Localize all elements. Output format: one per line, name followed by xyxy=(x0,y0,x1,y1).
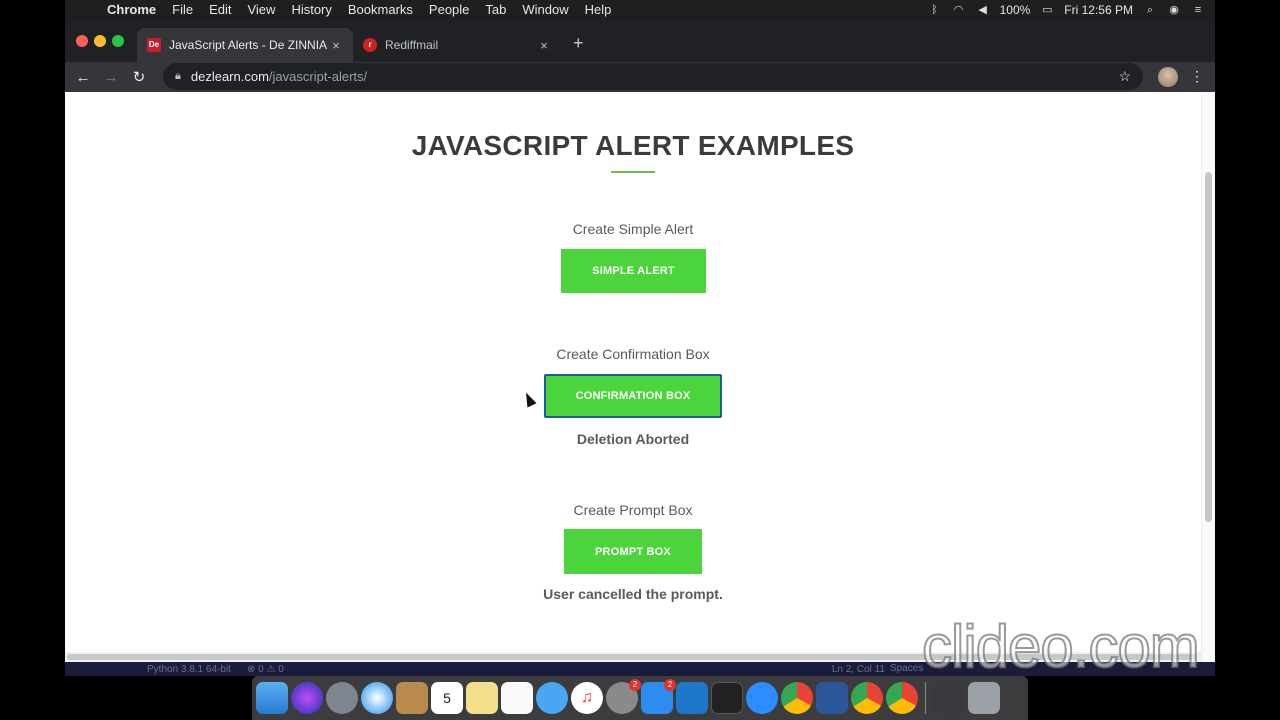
finder-icon[interactable] xyxy=(256,682,288,714)
menubar-status-area: ᛒ ◠ ◀ 100% ▭ Fri 12:56 PM ⌕ ◉ ≡ xyxy=(928,3,1215,17)
zoom-window-icon[interactable] xyxy=(112,35,124,47)
stickies-icon[interactable] xyxy=(466,682,498,714)
menubar-clock[interactable]: Fri 12:56 PM xyxy=(1064,3,1133,17)
menu-edit[interactable]: Edit xyxy=(201,0,239,20)
web-page: JAVASCRIPT ALERT EXAMPLES Create Simple … xyxy=(65,92,1215,662)
close-tab-icon[interactable]: × xyxy=(329,38,343,53)
notes-icon[interactable] xyxy=(396,682,428,714)
python-interpreter[interactable]: Python 3.8.1 64-bit xyxy=(147,664,231,675)
url-host: dezlearn.com xyxy=(190,69,269,84)
problems-count[interactable]: ⊗ 0 ⚠ 0 xyxy=(247,664,284,675)
menu-tab[interactable]: Tab xyxy=(477,0,514,20)
messages-icon[interactable] xyxy=(536,682,568,714)
menu-people[interactable]: People xyxy=(421,0,477,20)
reload-icon[interactable]: ↻ xyxy=(125,68,153,86)
reminders-icon[interactable] xyxy=(501,682,533,714)
close-window-icon[interactable] xyxy=(76,35,88,47)
tab-title: JavaScript Alerts - De ZINNIA xyxy=(169,38,328,52)
launchpad-icon[interactable] xyxy=(326,682,358,714)
notification-badge: 2 xyxy=(629,679,641,691)
music-icon[interactable]: ♫ xyxy=(571,682,603,714)
chrome-icon-2[interactable] xyxy=(851,682,883,714)
minimize-window-icon[interactable] xyxy=(94,35,106,47)
indent-setting[interactable]: Spaces xyxy=(890,662,923,676)
prompt-box-button[interactable]: PROMPT BOX xyxy=(564,529,702,574)
vertical-scroll-thumb[interactable] xyxy=(1205,172,1212,522)
tab-javascript-alerts[interactable]: De JavaScript Alerts - De ZINNIA × xyxy=(137,28,353,62)
confirmation-box-button[interactable]: CONFIRMATION BOX xyxy=(544,374,722,418)
notification-badge: 2 xyxy=(664,679,676,691)
calendar-icon[interactable]: 5 xyxy=(431,682,463,714)
clideo-watermark: clideo.com xyxy=(921,612,1201,681)
zoom-icon[interactable] xyxy=(746,682,778,714)
more-menu-icon[interactable]: ⋮ xyxy=(1190,68,1204,85)
safari-icon[interactable] xyxy=(361,682,393,714)
title-underline xyxy=(611,171,655,173)
prompt-result-text: User cancelled the prompt. xyxy=(543,586,723,602)
dezlearn-favicon-icon: De xyxy=(147,38,161,52)
vertical-scrollbar[interactable] xyxy=(1201,92,1215,662)
menu-bookmarks[interactable]: Bookmarks xyxy=(340,0,421,20)
new-tab-icon[interactable]: + xyxy=(573,34,584,52)
menu-window[interactable]: Window xyxy=(514,0,576,20)
terminal-icon[interactable] xyxy=(711,682,743,714)
battery-icon[interactable]: ▭ xyxy=(1040,4,1054,16)
menu-view[interactable]: View xyxy=(239,0,283,20)
menu-file[interactable]: File xyxy=(164,0,201,20)
macos-menubar: Chrome File Edit View History Bookmarks … xyxy=(65,0,1215,20)
simple-alert-label: Create Simple Alert xyxy=(572,221,694,237)
chrome-window: De JavaScript Alerts - De ZINNIA × r Red… xyxy=(65,20,1215,662)
window-controls xyxy=(76,35,124,47)
close-tab-icon[interactable]: × xyxy=(537,38,551,53)
siri-icon[interactable] xyxy=(291,682,323,714)
back-arrow-icon[interactable]: ← xyxy=(69,69,97,86)
macos-dock: 5 ♫ 2 2 xyxy=(252,676,1028,720)
trash-icon[interactable] xyxy=(968,682,1000,714)
page-title: JAVASCRIPT ALERT EXAMPLES xyxy=(411,130,855,161)
simple-alert-button[interactable]: SIMPLE ALERT xyxy=(561,249,706,293)
forward-arrow-icon[interactable]: → xyxy=(97,69,125,86)
profile-avatar[interactable] xyxy=(1158,67,1178,87)
chrome-icon-3[interactable] xyxy=(886,682,918,714)
spotlight-search-icon[interactable]: ⌕ xyxy=(1143,4,1157,16)
dock-separator xyxy=(925,682,926,714)
volume-icon[interactable]: ◀ xyxy=(976,4,990,16)
cursor-position[interactable]: Ln 2, Col 11 xyxy=(832,664,885,675)
wifi-icon[interactable]: ◠ xyxy=(952,4,966,16)
confirmation-result-text: Deletion Aborted xyxy=(576,431,690,447)
menu-app-name[interactable]: Chrome xyxy=(99,0,164,20)
bluetooth-icon[interactable]: ᛒ xyxy=(928,4,942,16)
menu-help[interactable]: Help xyxy=(577,0,620,20)
system-preferences-icon[interactable]: 2 xyxy=(606,679,641,714)
vscode-icon[interactable] xyxy=(676,682,708,714)
notification-center-icon[interactable]: ≡ xyxy=(1191,4,1205,16)
browser-toolbar: ← → ↻ 🔒︎ dezlearn.com/javascript-alerts/… xyxy=(65,62,1215,92)
tab-strip: De JavaScript Alerts - De ZINNIA × r Red… xyxy=(65,20,1215,62)
tab-rediffmail[interactable]: r Rediffmail × xyxy=(353,28,561,62)
tab-title: Rediffmail xyxy=(385,38,439,52)
word-icon[interactable] xyxy=(816,682,848,714)
prompt-box-label: Create Prompt Box xyxy=(573,502,693,518)
app-store-icon[interactable]: 2 xyxy=(641,679,676,714)
siri-menubar-icon[interactable]: ◉ xyxy=(1167,4,1181,16)
lock-icon[interactable]: 🔒︎ xyxy=(175,70,181,83)
menu-history[interactable]: History xyxy=(283,0,339,20)
chrome-icon[interactable] xyxy=(781,682,813,714)
downloads-icon[interactable] xyxy=(933,682,965,714)
rediffmail-favicon-icon: r xyxy=(363,38,377,52)
battery-percent[interactable]: 100% xyxy=(1000,3,1031,17)
address-bar[interactable]: 🔒︎ dezlearn.com/javascript-alerts/ ☆ xyxy=(163,63,1143,90)
confirmation-box-label: Create Confirmation Box xyxy=(556,346,710,362)
bookmark-star-icon[interactable]: ☆ xyxy=(1118,68,1131,85)
url-path: /javascript-alerts/ xyxy=(268,69,368,84)
